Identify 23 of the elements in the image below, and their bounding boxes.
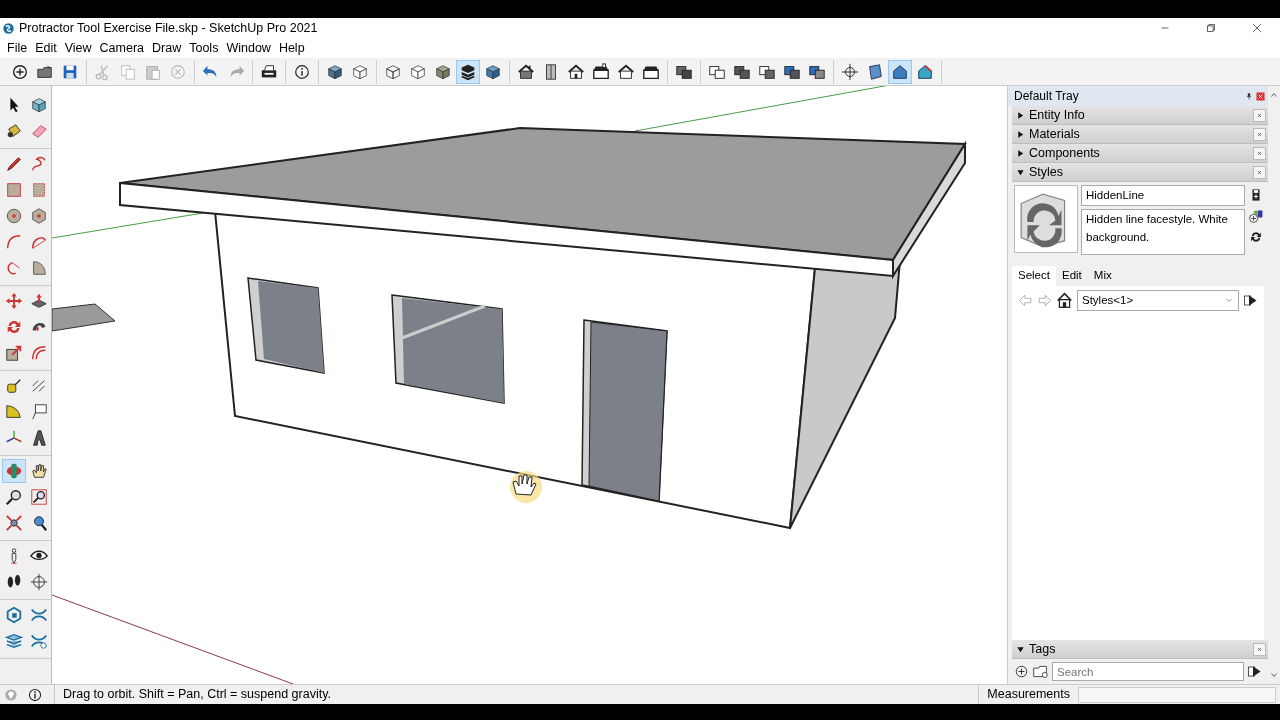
window-title: Protractor Tool Exercise File.skp - SketchUp Pro 2021 — [19, 19, 319, 37]
description-field[interactable]: Hidden line facestyle. White background. — [1081, 209, 1245, 256]
style-tab[interactable]: Edit — [1055, 266, 1088, 286]
collection-dropdown[interactable]: Styles<1> — [1077, 289, 1239, 311]
status-message: Drag to orbit. Shift = Pan, Ctrl = suspend gravity. — [54, 685, 979, 704]
menu-item[interactable]: Tools — [185, 38, 223, 58]
menu-item[interactable]: Draw — [148, 38, 186, 58]
panel-header[interactable]: Materials — [1012, 125, 1268, 144]
menu-item[interactable]: Edit — [31, 38, 61, 58]
panel-header[interactable]: Styles — [1012, 163, 1268, 182]
tray-title: Default Tray — [1014, 88, 1080, 105]
style-name-field[interactable]: HiddenLine — [1081, 185, 1245, 207]
menu-item[interactable]: Camera — [95, 38, 149, 58]
panel-header[interactable]: Tags — [1012, 640, 1268, 659]
menu-item[interactable]: Help — [274, 38, 309, 58]
style-tab[interactable]: Select — [1012, 266, 1056, 286]
menu-item[interactable]: Window — [222, 38, 275, 58]
panel-header[interactable]: Components — [1012, 144, 1268, 163]
menu-item[interactable]: View — [60, 38, 96, 58]
panel-header[interactable]: Entity Info — [1012, 106, 1268, 125]
search-field[interactable]: Search — [1052, 662, 1244, 681]
menu-item[interactable]: File — [3, 38, 32, 58]
style-tab[interactable]: Mix — [1087, 266, 1118, 286]
